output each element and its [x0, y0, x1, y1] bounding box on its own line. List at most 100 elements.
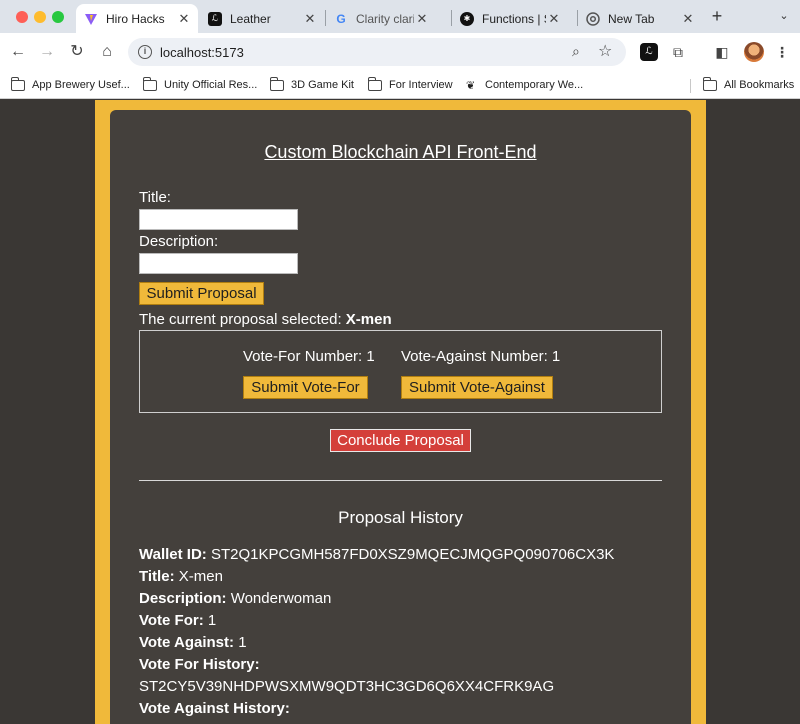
google-icon: G [336, 11, 346, 26]
bookmarks-bar: App Brewery Usef... Unity Official Res..… [0, 71, 800, 99]
new-tab-plus-icon[interactable]: + [708, 6, 726, 26]
kebab-menu-icon[interactable]: ⋮ [773, 43, 791, 61]
folder-icon [142, 76, 157, 91]
current-proposal-name: X-men [345, 311, 392, 328]
tab-functions[interactable]: ✱ Functions | Stacks ✕ [452, 4, 576, 33]
history-vote-for-history-value: ST2CY5V39NHDPWSXMW9QDT3HC3GD6Q6XX4CFRK9A… [139, 678, 555, 695]
vote-for-count: Vote-For Number: 1 [243, 348, 375, 365]
folder-icon [269, 76, 284, 91]
history-title-value: X-men [178, 568, 223, 585]
history-vote-for-label: Vote For: [139, 612, 204, 629]
browser-toolbar: ← → ↻ ⌂ i localhost:5173 ⌕ ☆ ℒ ⧉ ◧ ⋮ [0, 33, 800, 71]
tab-title: Clarity clarinet [356, 11, 414, 26]
vote-against-count: Vote-Against Number: 1 [401, 348, 561, 365]
reload-icon[interactable]: ↻ [67, 42, 87, 62]
submit-vote-against-button[interactable]: Submit Vote-Against [401, 376, 553, 399]
history-description-label: Description: [139, 590, 227, 607]
all-bookmarks[interactable]: All Bookmarks [702, 76, 795, 94]
history-vote-against-label: Vote Against: [139, 634, 235, 651]
folder-icon [367, 76, 382, 91]
history-description-value: Wonderwoman [230, 590, 332, 607]
close-icon[interactable]: ✕ [302, 11, 318, 27]
current-proposal: The current proposal selected: X-men [139, 311, 392, 328]
bookmark-star-icon[interactable]: ☆ [598, 41, 612, 61]
back-arrow-icon[interactable]: ← [8, 42, 28, 62]
tab-title: Functions | Stacks [482, 11, 546, 26]
conclude-proposal-button[interactable]: Conclude Proposal [330, 429, 471, 452]
zoom-icon[interactable]: ⌕ [572, 43, 580, 60]
description-label: Description: [139, 233, 219, 250]
tab-title: New Tab [608, 11, 655, 26]
window-close-control[interactable] [16, 11, 28, 23]
history-vote-against-value: 1 [238, 634, 247, 651]
app-card: Custom Blockchain API Front-End Title: D… [110, 110, 691, 724]
tab-title: Hiro Hacks [106, 11, 165, 26]
chrome-icon [586, 11, 600, 26]
tab-new-tab[interactable]: New Tab ✕ [578, 4, 702, 33]
side-panel-icon[interactable]: ◧ [713, 43, 731, 61]
history-vote-for: Vote For: 1 [139, 612, 216, 629]
link-icon: ❦ [466, 79, 476, 92]
tab-strip: Hiro Hacks ✕ ℒ Leather ✕ G Clarity clari… [0, 0, 800, 33]
profile-avatar[interactable] [744, 42, 764, 62]
history-description: Description: Wonderwoman [139, 590, 331, 607]
tab-title: Leather [230, 11, 271, 26]
description-input[interactable] [139, 253, 298, 274]
history-vote-for-history: Vote For History: [139, 656, 260, 673]
bookmark-app-brewery[interactable]: App Brewery Usef... [10, 76, 130, 94]
submit-proposal-button[interactable]: Submit Proposal [139, 282, 264, 305]
history-title-row: Title: X-men [139, 568, 223, 585]
history-vote-against-history-label: Vote Against History: [139, 700, 290, 717]
vite-icon [84, 12, 98, 26]
tab-leather[interactable]: ℒ Leather ✕ [200, 4, 324, 33]
tab-hiro-hacks[interactable]: Hiro Hacks ✕ [76, 4, 198, 33]
title-input[interactable] [139, 209, 298, 230]
bookmark-unity[interactable]: Unity Official Res... [142, 76, 258, 94]
history-wallet: Wallet ID: ST2Q1KPCGMH587FD0XSZ9MQECJMQG… [139, 546, 614, 563]
bookmark-for-interview[interactable]: For Interview [367, 76, 453, 94]
folder-icon [702, 76, 717, 91]
history-vote-for-value: 1 [207, 612, 217, 629]
history-wallet-label: Wallet ID: [139, 546, 207, 563]
close-icon[interactable]: ✕ [414, 11, 430, 27]
history-title-label: Title: [139, 568, 175, 585]
address-bar[interactable]: i localhost:5173 ⌕ ☆ [128, 38, 626, 66]
history-title: Proposal History [338, 508, 463, 527]
leather-extension-icon[interactable]: ℒ [640, 43, 658, 61]
bookmark-label: All Bookmarks [724, 79, 795, 91]
history-wallet-value: ST2Q1KPCGMH587FD0XSZ9MQECJMQGPQ090706CX3… [210, 546, 615, 563]
close-icon[interactable]: ✕ [546, 11, 562, 27]
bookmark-label: Unity Official Res... [164, 79, 258, 91]
bookmark-label: App Brewery Usef... [32, 79, 130, 91]
forward-arrow-icon[interactable]: → [37, 42, 57, 62]
title-label: Title: [139, 189, 171, 206]
page-title: Custom Blockchain API Front-End [264, 142, 537, 162]
bookmark-label: Contemporary We... [485, 79, 584, 91]
window-zoom-control[interactable] [52, 11, 64, 23]
url-text[interactable]: localhost:5173 [160, 45, 244, 60]
history-vote-for-history-label: Vote For History: [139, 656, 260, 673]
current-proposal-prefix: The current proposal selected: [139, 311, 342, 328]
folder-icon [10, 76, 25, 91]
page-viewport: Custom Blockchain API Front-End Title: D… [0, 100, 800, 724]
close-icon[interactable]: ✕ [680, 11, 696, 27]
home-icon[interactable]: ⌂ [97, 42, 117, 62]
stacks-icon: ✱ [460, 11, 474, 26]
site-info-icon[interactable]: i [138, 45, 152, 59]
vote-panel: Vote-For Number: 1 Vote-Against Number: … [139, 330, 662, 413]
submit-vote-for-button[interactable]: Submit Vote-For [243, 376, 368, 399]
bookmark-label: For Interview [389, 79, 453, 91]
leather-icon: ℒ [208, 11, 222, 26]
chevron-down-icon[interactable]: ⌄ [776, 8, 792, 24]
bookmark-3d-game-kit[interactable]: 3D Game Kit [269, 76, 354, 94]
bookmarks-divider [690, 79, 691, 93]
section-divider [139, 480, 662, 481]
bookmark-label: 3D Game Kit [291, 79, 354, 91]
history-vote-against: Vote Against: 1 [139, 634, 247, 651]
window-minimize-control[interactable] [34, 11, 46, 23]
close-icon[interactable]: ✕ [176, 11, 192, 27]
extensions-puzzle-icon[interactable]: ⧉ [669, 43, 687, 61]
bookmark-contemporary[interactable]: ❦ Contemporary We... [466, 76, 583, 94]
history-vote-against-history: Vote Against History: [139, 700, 290, 717]
tab-clarity[interactable]: G Clarity clarinet ✕ [326, 4, 450, 33]
